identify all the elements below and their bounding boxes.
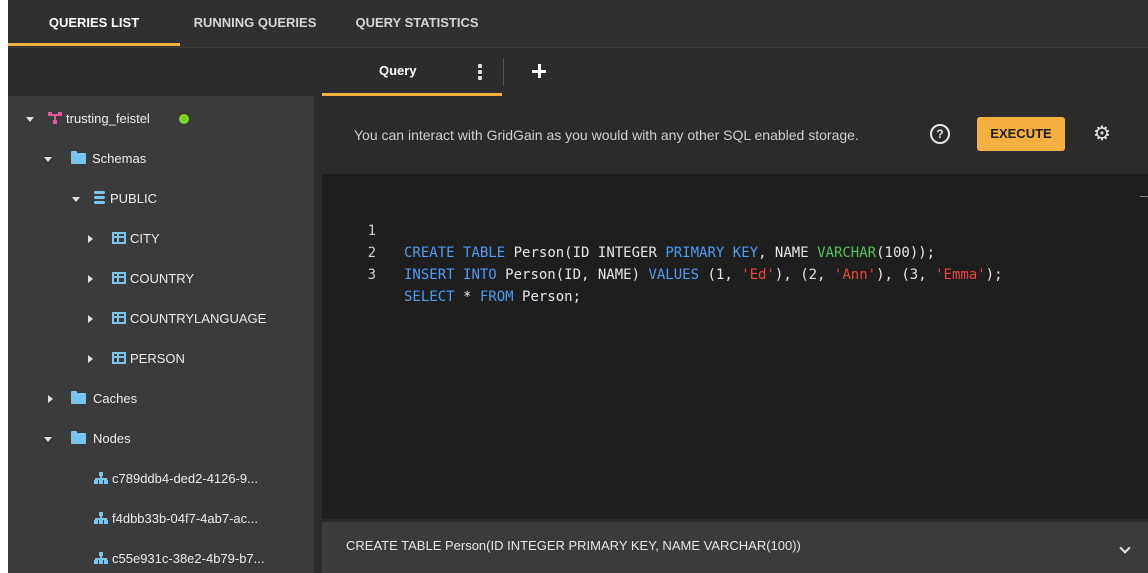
tree-item-node[interactable]: f4dbb33b-04f7-4ab7-ac... bbox=[94, 509, 308, 529]
code-text: SELECT * FROM Person; bbox=[404, 289, 582, 305]
app-window: QUERIES LIST RUNNING QUERIES QUERY STATI… bbox=[8, 0, 1148, 573]
chevron-down-icon[interactable] bbox=[1120, 544, 1130, 554]
tab-queries-list[interactable]: QUERIES LIST bbox=[8, 0, 180, 48]
tree-item-label: COUNTRY bbox=[130, 271, 195, 286]
tree-item-caches[interactable]: Caches bbox=[48, 389, 308, 409]
status-online-icon bbox=[179, 114, 189, 124]
tree-item-node[interactable]: c55e931c-38e2-4b79-b7... bbox=[94, 549, 308, 569]
tree-item-table-city[interactable]: CITY bbox=[88, 229, 308, 249]
code-line: 2 INSERT INTO Person(ID, NAME) VALUES (1… bbox=[322, 220, 1148, 283]
tree-item-label: Caches bbox=[93, 391, 138, 406]
tab-running-queries[interactable]: RUNNING QUERIES bbox=[180, 0, 330, 48]
tree-item-label: PERSON bbox=[130, 351, 185, 366]
tab-query-statistics[interactable]: QUERY STATISTICS bbox=[342, 0, 492, 48]
caret-down-icon[interactable] bbox=[44, 157, 52, 162]
table-icon bbox=[112, 272, 126, 284]
tree-item-label: PUBLIC bbox=[110, 191, 157, 206]
add-query-tab-icon[interactable] bbox=[531, 63, 547, 79]
tree-item-label: Nodes bbox=[93, 431, 131, 446]
divider bbox=[503, 58, 504, 86]
code-text: INSERT INTO Person(ID, NAME) VALUES (1, … bbox=[404, 267, 1003, 283]
caret-down-icon[interactable] bbox=[44, 437, 52, 442]
result-query-text: CREATE TABLE Person(ID INTEGER PRIMARY K… bbox=[346, 538, 801, 553]
sql-editor[interactable]: 1 CREATE TABLE Person(ID INTEGER PRIMARY… bbox=[322, 174, 1148, 519]
table-icon bbox=[112, 312, 126, 324]
query-info-bar: You can interact with GridGain as you wo… bbox=[322, 96, 1148, 174]
node-icon bbox=[94, 552, 108, 564]
tree-item-label: c55e931c-38e2-4b79-b7... bbox=[112, 551, 265, 566]
tree-item-label: Schemas bbox=[92, 151, 147, 166]
folder-icon bbox=[71, 151, 86, 164]
tree-item-nodes[interactable]: Nodes bbox=[44, 429, 308, 449]
help-icon[interactable]: ? bbox=[930, 124, 950, 144]
editor-scrollbar[interactable] bbox=[1140, 196, 1148, 197]
code-line: 1 CREATE TABLE Person(ID INTEGER PRIMARY… bbox=[322, 198, 1148, 261]
info-text: You can interact with GridGain as you wo… bbox=[354, 127, 859, 143]
tree-item-schemas[interactable]: Schemas bbox=[38, 149, 308, 169]
tree-item-label: CITY bbox=[130, 231, 160, 246]
line-number: 3 bbox=[367, 267, 376, 283]
table-icon bbox=[112, 352, 126, 364]
tree-item-public[interactable]: PUBLIC bbox=[66, 189, 306, 209]
node-icon bbox=[94, 472, 108, 484]
query-tab-label: Query bbox=[379, 63, 417, 78]
folder-icon bbox=[71, 431, 86, 444]
table-icon bbox=[112, 232, 126, 244]
execute-button[interactable]: EXECUTE bbox=[977, 117, 1065, 151]
tree-item-label: c789ddb4-ded2-4126-9... bbox=[112, 471, 259, 486]
caret-right-icon[interactable] bbox=[88, 235, 93, 243]
cluster-icon bbox=[48, 112, 62, 125]
database-icon bbox=[94, 191, 105, 205]
query-tab-bar: Query bbox=[8, 48, 1148, 96]
caret-down-icon[interactable] bbox=[72, 197, 80, 202]
tree-item-table-country[interactable]: COUNTRY bbox=[88, 269, 308, 289]
result-panel-header[interactable]: CREATE TABLE Person(ID INTEGER PRIMARY K… bbox=[322, 522, 1148, 573]
caret-down-icon[interactable] bbox=[26, 117, 34, 122]
folder-icon bbox=[71, 391, 86, 404]
caret-right-icon[interactable] bbox=[48, 395, 53, 403]
tree-item-label: COUNTRYLANGUAGE bbox=[130, 311, 267, 326]
tree-item-cluster[interactable]: trusting_feistel bbox=[22, 109, 312, 129]
node-icon bbox=[94, 512, 108, 524]
kebab-menu-icon[interactable] bbox=[474, 62, 486, 82]
caret-right-icon[interactable] bbox=[88, 275, 93, 283]
caret-right-icon[interactable] bbox=[88, 355, 93, 363]
tree-item-table-person[interactable]: PERSON bbox=[88, 349, 308, 369]
cluster-name: trusting_feistel bbox=[66, 111, 150, 126]
gear-icon[interactable]: ⚙ bbox=[1092, 124, 1112, 144]
top-tab-bar: QUERIES LIST RUNNING QUERIES QUERY STATI… bbox=[8, 0, 1148, 48]
tree-item-table-countrylanguage[interactable]: COUNTRYLANGUAGE bbox=[88, 309, 308, 329]
sidebar-tree: trusting_feistel Schemas PUBLIC CITY COU… bbox=[8, 96, 314, 573]
tree-item-label: f4dbb33b-04f7-4ab7-ac... bbox=[112, 511, 258, 526]
code-line: 3 SELECT * FROM Person; bbox=[322, 242, 1148, 305]
caret-right-icon[interactable] bbox=[88, 315, 93, 323]
tree-item-node[interactable]: c789ddb4-ded2-4126-9... bbox=[94, 469, 308, 489]
